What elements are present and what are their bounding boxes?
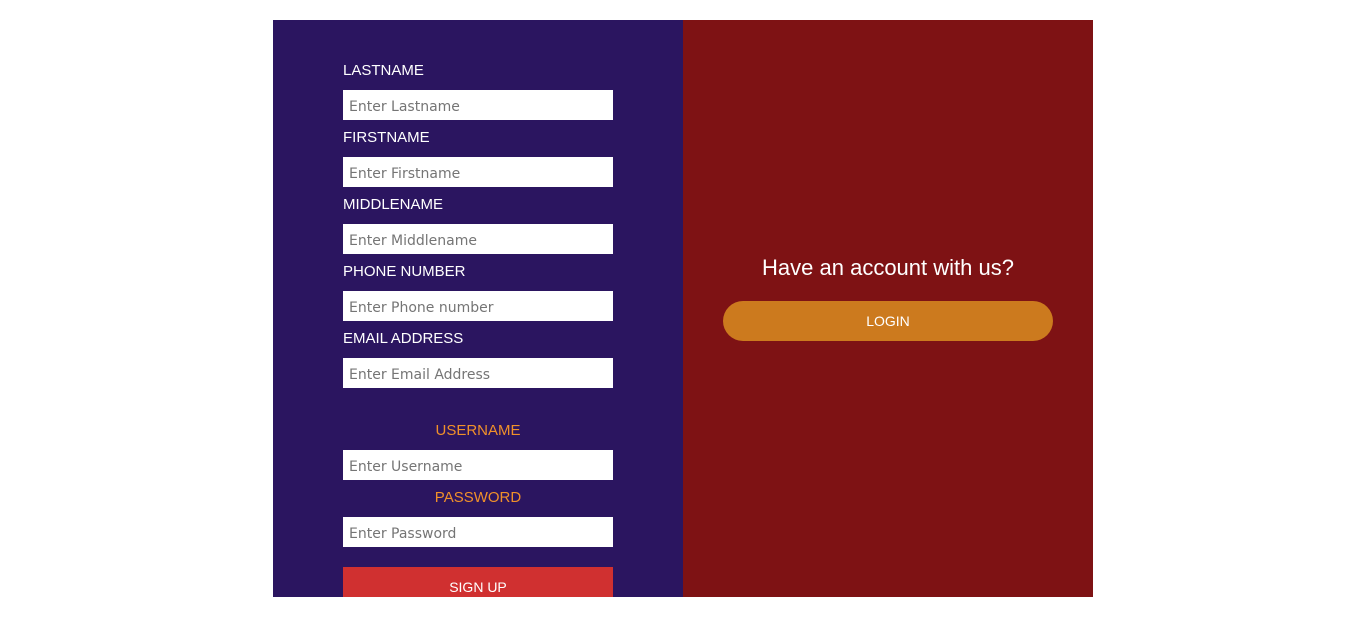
firstname-label: FIRSTNAME [343,129,430,146]
username-input[interactable] [343,450,613,480]
firstname-input[interactable] [343,157,613,187]
email-input[interactable] [343,358,613,388]
signup-panel: LASTNAME FIRSTNAME MIDDLENAME PHONE NUMB… [273,20,683,597]
login-panel: Have an account with us? LOGIN [683,20,1093,597]
login-button[interactable]: LOGIN [723,301,1053,341]
phone-input[interactable] [343,291,613,321]
password-input[interactable] [343,517,613,547]
lastname-input[interactable] [343,90,613,120]
password-label: PASSWORD [434,489,522,506]
lastname-label: LASTNAME [343,62,424,79]
signup-button[interactable]: SIGN UP [343,567,613,597]
phone-label: PHONE NUMBER [343,263,466,280]
username-label: USERNAME [435,422,521,439]
middlename-input[interactable] [343,224,613,254]
email-label: EMAIL ADDRESS [343,330,464,347]
login-heading: Have an account with us? [762,255,1014,280]
middlename-label: MIDDLENAME [343,196,444,213]
auth-container: LASTNAME FIRSTNAME MIDDLENAME PHONE NUMB… [273,20,1093,597]
